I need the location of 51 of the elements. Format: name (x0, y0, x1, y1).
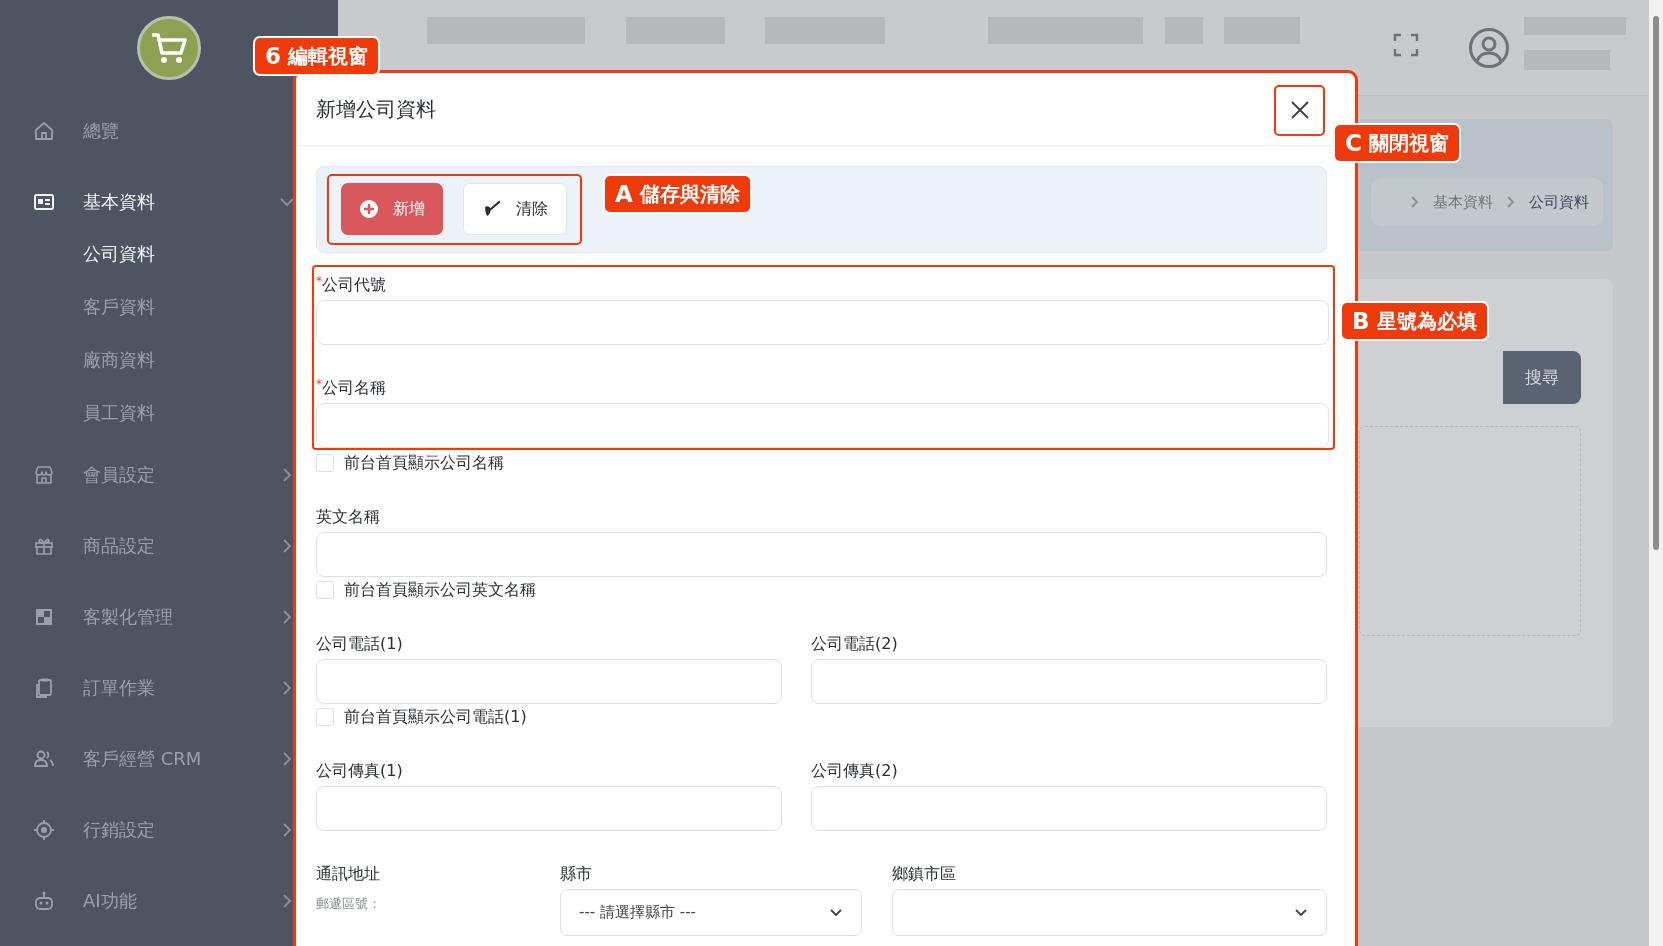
field-label: 公司代號 (322, 274, 386, 296)
caret-icon (829, 907, 843, 918)
broom-icon (482, 199, 502, 219)
user-icon[interactable] (1468, 27, 1510, 69)
checkbox[interactable] (316, 708, 334, 726)
text-field[interactable] (811, 786, 1327, 831)
plus-circle-icon (359, 199, 379, 219)
callout-label: C 關閉視窗 (1335, 125, 1459, 161)
required-asterisk: * (316, 377, 322, 391)
field-label: 鄉鎮市區 (892, 863, 956, 885)
scrollbar-thumb[interactable] (1653, 16, 1659, 550)
text-field[interactable] (316, 786, 782, 831)
caret-icon (1294, 907, 1308, 918)
search-button[interactable]: 搜尋 (1503, 351, 1581, 404)
chevron-icon (1507, 196, 1515, 208)
field-label: 公司電話(1) (316, 633, 403, 655)
fullscreen-icon[interactable] (1393, 33, 1419, 57)
text-field[interactable] (811, 659, 1327, 704)
select-field[interactable] (892, 889, 1327, 936)
checkbox-label: 前台首頁顯示公司英文名稱 (344, 579, 536, 601)
text-field[interactable] (316, 532, 1327, 577)
field-label: 公司名稱 (322, 377, 386, 399)
field-label: 公司傳真(2) (811, 760, 898, 782)
text-field[interactable] (316, 659, 782, 704)
sidebar-item[interactable]: 訂單作業 (0, 652, 338, 723)
breadcrumb-link[interactable]: 基本資料 (1433, 192, 1493, 212)
field-label: 公司傳真(1) (316, 760, 403, 782)
sidebar-item[interactable]: 基本資料 (0, 166, 338, 237)
sidebar-item[interactable]: 行銷設定 (0, 794, 338, 865)
hint-text: 郵遞區號： (316, 895, 382, 913)
checkbox[interactable] (316, 581, 334, 599)
checkbox-label: 前台首頁顯示公司電話(1) (344, 706, 527, 728)
select-field[interactable]: --- 請選擇縣市 --- (560, 889, 862, 936)
add-button[interactable]: 新增 (341, 183, 443, 235)
field-label: 通訊地址 (316, 863, 380, 885)
required-asterisk: * (316, 274, 322, 288)
callout-label: 6 編輯視窗 (255, 38, 378, 74)
field-label: 縣市 (560, 863, 592, 885)
target-icon (32, 817, 56, 842)
field-label: 公司電話(2) (811, 633, 898, 655)
breadcrumb-link[interactable]: 公司資料 (1529, 192, 1589, 212)
close-icon (1289, 100, 1310, 120)
callout-label: A 儲存與清除 (605, 176, 750, 212)
checkbox-label: 前台首頁顯示公司名稱 (344, 452, 504, 474)
clear-button[interactable]: 清除 (463, 183, 567, 235)
modal-title: 新增公司資料 (316, 95, 436, 123)
chevron-icon (1411, 196, 1419, 208)
text-field[interactable] (316, 300, 1329, 345)
text-field[interactable] (316, 403, 1329, 448)
checkbox[interactable] (316, 454, 334, 472)
callout-label: B 星號為必填 (1342, 303, 1487, 339)
